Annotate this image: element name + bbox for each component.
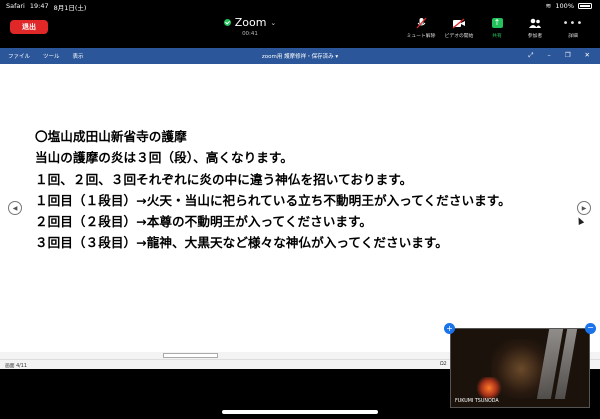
mic-muted-icon [406, 16, 436, 30]
next-page-button[interactable]: ▶ [577, 201, 591, 215]
zoom-toolbar: 退出 Zoom ⌄ 00:41 ミュート解除 ビデオの開始 ↑ 共有 参加者 •… [0, 12, 600, 48]
doc-line: １回、２回、３回それぞれに炎の中に違う神仏を招いております。 [35, 171, 413, 187]
video-off-icon [444, 16, 474, 30]
shared-document: 〇塩山成田山新省寺の護摩 当山の護摩の炎は３回（段）、高くなります。 １回、２回… [0, 64, 600, 352]
status-fragment: Ω2 [440, 362, 447, 367]
home-indicator[interactable] [222, 410, 378, 414]
participants-button[interactable]: 参加者 [520, 16, 550, 39]
leave-button[interactable]: 退出 [10, 20, 48, 34]
doc-line: １回目（１段目）→火天・当山に祀られている立ち不動明王が入ってくださいます。 [35, 192, 511, 208]
participants-label: 参加者 [527, 34, 543, 39]
close-icon[interactable]: ✕ [585, 51, 590, 60]
doc-line: 当山の護摩の炎は３回（段）、高くなります。 [35, 150, 293, 166]
chevron-down-icon: ⌄ [270, 18, 277, 27]
more-icon: ••• [562, 17, 584, 29]
self-video-tile[interactable]: FUKUMI TSUNODA [450, 328, 590, 408]
share-button[interactable]: ↑ 共有 [482, 16, 512, 39]
back-to-safari[interactable]: Safari [6, 2, 25, 12]
ios-status-bar: Safari 19:47 8月1日(土) ≋ 100% [0, 0, 600, 12]
chevron-left-icon: ◀ [12, 204, 18, 212]
battery-icon [578, 3, 592, 9]
start-video-button[interactable]: ビデオの開始 [444, 16, 474, 39]
restore-icon[interactable]: ❐ [565, 51, 571, 60]
wifi-icon: ≋ [545, 2, 552, 10]
fullscreen-icon[interactable]: ⤢ [528, 51, 533, 60]
doc-line: ３回目（３段目）→龍神、大黒天など様々な神仏が入ってくださいます。 [35, 235, 448, 251]
participant-name: FUKUMI TSUNODA [455, 399, 499, 404]
doc-line-heading: 〇塩山成田山新省寺の護摩 [35, 129, 187, 144]
meeting-name: Zoom [234, 16, 267, 29]
page-indicator: 画面 4/11 [5, 364, 27, 369]
clock: 19:47 [29, 2, 49, 10]
doc-line: ２回目（２段目）→本尊の不動明王が入ってくださいます。 [35, 214, 373, 230]
share-label: 共有 [492, 34, 502, 39]
mouse-cursor-icon [575, 216, 585, 225]
encryption-shield-icon [223, 19, 231, 26]
date: 8月1日(土) [53, 4, 87, 12]
scrollbar-thumb[interactable] [163, 353, 218, 358]
collapse-video-icon[interactable]: − [585, 323, 596, 334]
participants-icon [520, 16, 550, 30]
document-title: zoom用 護摩修祥・保存済み ▾ [261, 54, 339, 60]
start-video-label: ビデオの開始 [444, 34, 474, 39]
expand-video-icon[interactable]: + [444, 323, 455, 334]
meeting-title[interactable]: Zoom ⌄ 00:41 [210, 16, 290, 37]
previous-page-button[interactable]: ◀ [8, 201, 22, 215]
meeting-timer: 00:41 [242, 31, 258, 37]
share-icon: ↑ [491, 18, 503, 28]
video-fire [476, 377, 502, 399]
more-button[interactable]: ••• 詳細 [558, 16, 588, 40]
more-label: 詳細 [568, 34, 578, 39]
unmute-label: ミュート解除 [406, 34, 436, 39]
minimize-icon[interactable]: – [547, 51, 550, 60]
unmute-button[interactable]: ミュート解除 [406, 16, 436, 39]
document-text: 〇塩山成田山新省寺の護摩 当山の護摩の炎は３回（段）、高くなります。 １回、２回… [35, 126, 511, 254]
shared-app-titlebar: ファイル ツール 表示 zoom用 護摩修祥・保存済み ▾ ⤢ – ❐ ✕ [0, 48, 600, 64]
chevron-right-icon: ▶ [581, 204, 587, 212]
battery-percent: 100% [555, 2, 574, 10]
